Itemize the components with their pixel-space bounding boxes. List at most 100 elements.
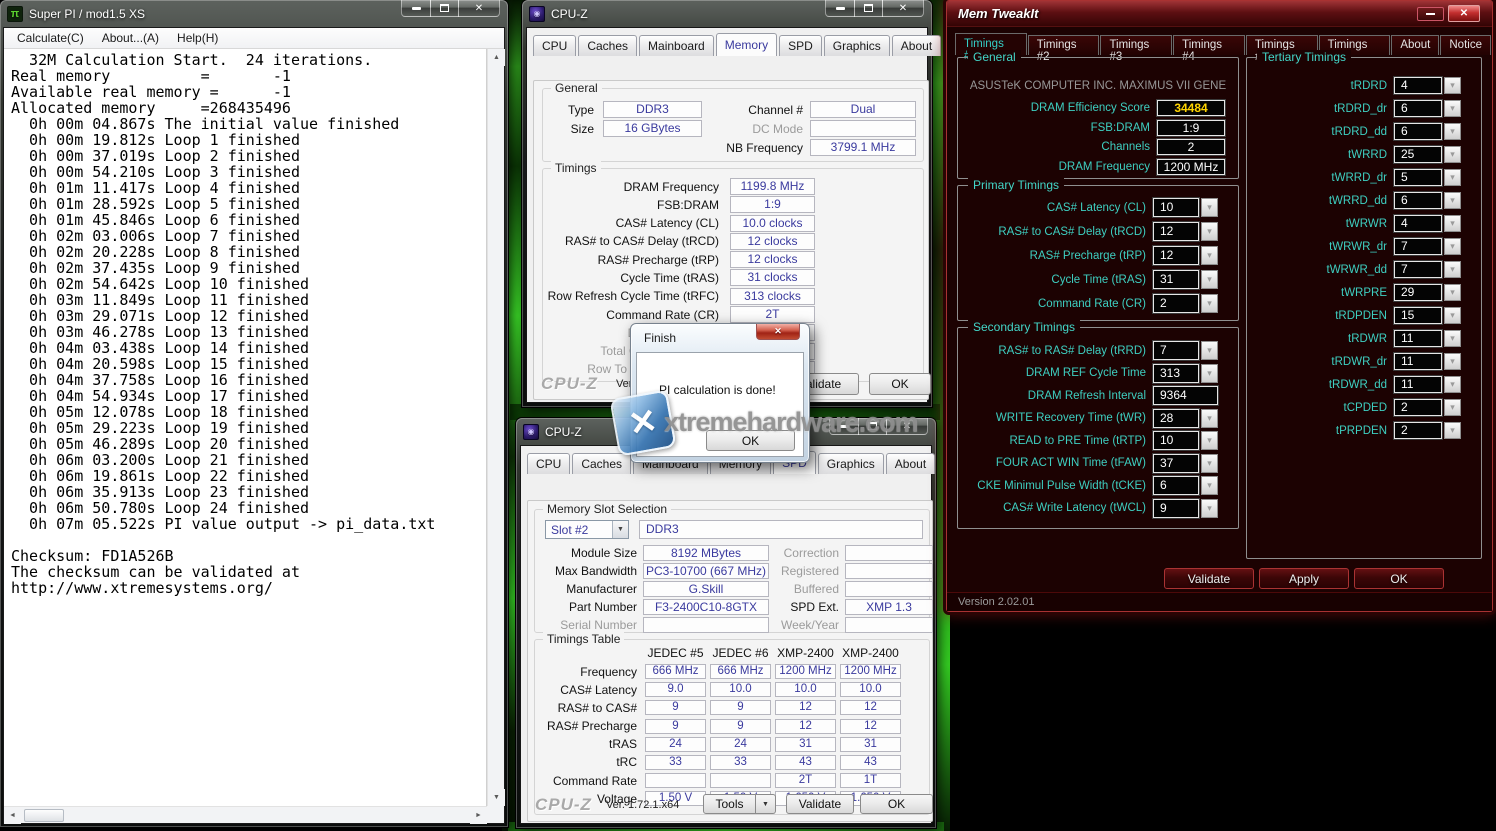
ok-button[interactable]: OK	[860, 794, 933, 814]
spinner-down-icon[interactable]	[1444, 307, 1461, 324]
spinner-down-icon[interactable]	[1444, 77, 1461, 94]
timing-value-input[interactable]: 4	[1394, 77, 1442, 94]
spinner-down-icon[interactable]	[1201, 499, 1218, 518]
memtweakit-titlebar[interactable]: Mem TweakIt	[947, 1, 1492, 27]
tools-dropdown-icon[interactable]	[756, 794, 776, 814]
cpuz-tab[interactable]: Graphics	[824, 35, 890, 56]
chevron-down-icon[interactable]	[612, 521, 628, 538]
cpuz-tab[interactable]: Caches	[572, 453, 631, 474]
scroll-up-icon[interactable]	[488, 49, 505, 66]
menu-item[interactable]: About...(A)	[93, 29, 168, 47]
timing-value-input[interactable]: 2	[1153, 294, 1199, 313]
memtweakit-tab[interactable]: Notice	[1440, 35, 1491, 55]
spinner-down-icon[interactable]	[1444, 261, 1461, 278]
timing-value-input[interactable]: 2	[1394, 399, 1442, 416]
spinner-down-icon[interactable]	[1444, 353, 1461, 370]
timing-value-input[interactable]: 9364	[1153, 386, 1218, 405]
maximize-button[interactable]	[854, 0, 883, 17]
timing-value-input[interactable]: 15	[1394, 307, 1442, 324]
cpuz-tab[interactable]: CPU	[527, 453, 570, 474]
spinner-down-icon[interactable]	[1201, 476, 1218, 495]
timing-value-input[interactable]: 11	[1394, 376, 1442, 393]
cpuz-tab[interactable]: Graphics	[818, 453, 884, 474]
spinner-down-icon[interactable]	[1444, 376, 1461, 393]
spinner-down-icon[interactable]	[1444, 146, 1461, 163]
spinner-down-icon[interactable]	[1444, 422, 1461, 439]
timing-value-input[interactable]: 7	[1394, 261, 1442, 278]
timing-value-input[interactable]: 11	[1394, 353, 1442, 370]
cpuz-tab[interactable]: Mainboard	[639, 35, 714, 56]
timing-value-input[interactable]: 6	[1394, 100, 1442, 117]
memtweakit-tab[interactable]: Timings #2	[1028, 35, 1100, 55]
spinner-down-icon[interactable]	[1201, 409, 1218, 428]
minimize-button[interactable]	[829, 418, 859, 435]
spinner-down-icon[interactable]	[1201, 431, 1218, 450]
ok-button[interactable]: OK	[1354, 568, 1444, 589]
cpuz-tab[interactable]: Caches	[578, 35, 637, 56]
scroll-down-icon[interactable]	[488, 789, 505, 806]
timing-value-input[interactable]: 29	[1394, 284, 1442, 301]
cpuz-tab[interactable]: Memory	[716, 33, 777, 56]
maximize-button[interactable]	[858, 418, 887, 435]
cpuz-tab[interactable]: SPD	[779, 35, 822, 56]
close-button close-icon[interactable]	[1448, 5, 1480, 22]
memtweakit-tab[interactable]: About	[1391, 35, 1439, 55]
timing-value-input[interactable]: 12	[1153, 222, 1199, 241]
cpuz-tab[interactable]: CPU	[533, 35, 576, 56]
cpuz-tab[interactable]: About	[886, 453, 935, 474]
memtweakit-tab[interactable]: Timings #3	[1100, 35, 1172, 55]
validate-button[interactable]: Validate	[1164, 568, 1254, 589]
close-button close-icon[interactable]	[886, 418, 928, 435]
timing-value-input[interactable]: 7	[1394, 238, 1442, 255]
close-button close-icon[interactable]	[882, 0, 924, 17]
timing-value-input[interactable]: 10	[1153, 431, 1199, 450]
cpuz-tab[interactable]: About	[892, 35, 941, 56]
validate-button[interactable]: Validate	[786, 794, 854, 814]
scroll-left-icon[interactable]	[4, 807, 21, 824]
timing-value-input[interactable]: 28	[1153, 409, 1199, 428]
spinner-down-icon[interactable]	[1201, 341, 1218, 360]
close-button close-icon[interactable]	[756, 324, 800, 340]
spinner-down-icon[interactable]	[1444, 238, 1461, 255]
timing-value-input[interactable]: 12	[1153, 246, 1199, 265]
spinner-down-icon[interactable]	[1444, 399, 1461, 416]
memtweakit-tab[interactable]: Timings #4	[1173, 35, 1245, 55]
apply-button[interactable]: Apply	[1259, 568, 1349, 589]
spinner-down-icon[interactable]	[1201, 198, 1218, 217]
timing-value-input[interactable]: 25	[1394, 146, 1442, 163]
spinner-down-icon[interactable]	[1444, 215, 1461, 232]
timing-value-input[interactable]: 7	[1153, 341, 1199, 360]
spinner-down-icon[interactable]	[1201, 294, 1218, 313]
spinner-down-icon[interactable]	[1201, 246, 1218, 265]
spinner-down-icon[interactable]	[1201, 270, 1218, 289]
tools-button[interactable]: Tools	[703, 794, 756, 814]
timing-value-input[interactable]: 11	[1394, 330, 1442, 347]
timing-value-input[interactable]: 6	[1153, 476, 1199, 495]
timing-value-input[interactable]: 10	[1153, 198, 1199, 217]
timing-value-input[interactable]: 6	[1394, 192, 1442, 209]
timing-value-input[interactable]: 6	[1394, 123, 1442, 140]
spinner-down-icon[interactable]	[1444, 330, 1461, 347]
spinner-down-icon[interactable]	[1201, 364, 1218, 383]
spinner-down-icon[interactable]	[1444, 123, 1461, 140]
timing-value-input[interactable]: 2	[1394, 422, 1442, 439]
spinner-down-icon[interactable]	[1201, 454, 1218, 473]
timing-value-input[interactable]: 4	[1394, 215, 1442, 232]
spinner-down-icon[interactable]	[1201, 222, 1218, 241]
ok-button[interactable]: OK	[869, 373, 931, 395]
horizontal-scrollbar[interactable]	[4, 806, 487, 823]
slot-select-dropdown[interactable]: Slot #2	[545, 520, 629, 539]
menu-item[interactable]: Help(H)	[168, 29, 227, 47]
close-button close-icon[interactable]	[458, 0, 500, 17]
spinner-down-icon[interactable]	[1444, 284, 1461, 301]
scrollbar-thumb[interactable]	[24, 809, 64, 822]
spinner-down-icon[interactable]	[1444, 100, 1461, 117]
vertical-scrollbar[interactable]	[487, 49, 504, 806]
scroll-right-icon[interactable]	[470, 807, 487, 824]
minimize-button[interactable]	[401, 0, 431, 17]
timing-value-input[interactable]: 31	[1153, 270, 1199, 289]
menu-item[interactable]: Calculate(C)	[8, 29, 93, 47]
ok-button[interactable]: OK	[706, 430, 795, 451]
timing-value-input[interactable]: 313	[1153, 364, 1199, 383]
maximize-button[interactable]	[430, 0, 459, 17]
